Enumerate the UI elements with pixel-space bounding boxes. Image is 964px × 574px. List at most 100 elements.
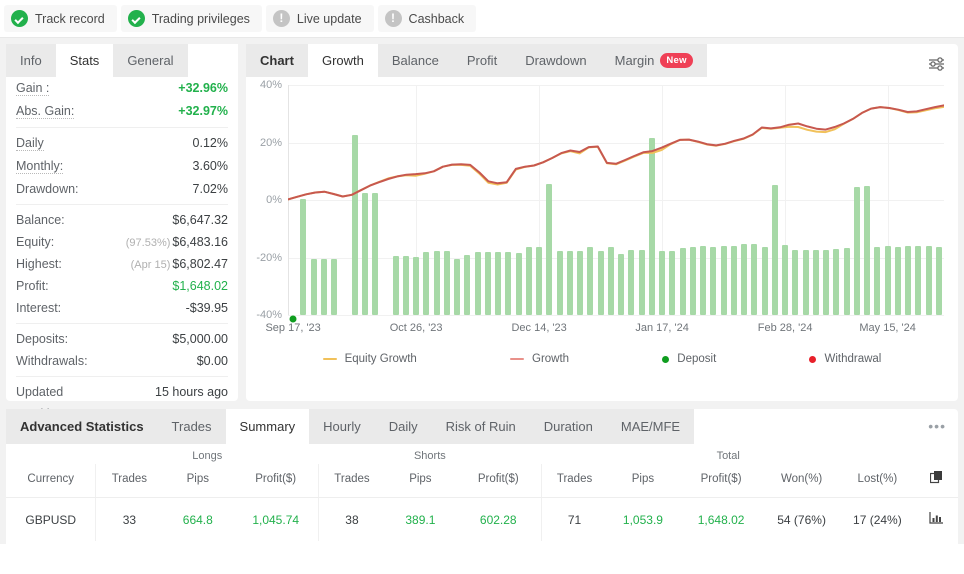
- col-currency[interactable]: Currency: [6, 464, 96, 498]
- stat-label: Drawdown:: [16, 182, 79, 196]
- divider: [16, 376, 228, 377]
- tab-profit[interactable]: Profit: [452, 44, 512, 77]
- tab-daily[interactable]: Daily: [374, 409, 432, 444]
- legend-line-icon: [510, 358, 525, 360]
- legend-label: Withdrawal: [824, 353, 882, 365]
- tab-mae-mfe[interactable]: MAE/MFE: [606, 409, 695, 444]
- cell-longs-trades: 33: [95, 497, 163, 541]
- status-badge-bar: Track record Trading privileges Live upd…: [0, 0, 964, 38]
- stat-row-equity: Equity: (97.53%) $6,483.16: [16, 231, 228, 253]
- stat-value: 7.02%: [192, 182, 228, 196]
- col-shorts-pips[interactable]: Pips: [384, 464, 456, 498]
- stat-value: $6,802.47: [172, 257, 228, 271]
- stat-label: Highest:: [16, 257, 62, 271]
- legend-item-equity-growth[interactable]: Equity Growth: [322, 353, 417, 365]
- col-lost-pct[interactable]: Lost(%): [839, 464, 916, 498]
- group-header-blank: [915, 444, 958, 464]
- col-total-profit[interactable]: Profit($): [678, 464, 764, 498]
- cell-won-pct: 54 (76%): [777, 512, 826, 527]
- chart-x-tick-label: Dec 14, '23: [511, 322, 567, 334]
- chart-x-tick-label: Sep 17, '23: [265, 322, 321, 334]
- legend-item-withdrawal[interactable]: Withdrawal: [809, 353, 881, 365]
- chart-x-tick-label: Feb 28, '24: [757, 322, 813, 334]
- tab-stats[interactable]: Stats: [55, 44, 114, 77]
- stats-tabs: Info Stats General: [6, 44, 238, 77]
- stat-label: Gain :: [16, 81, 50, 96]
- col-longs-pips[interactable]: Pips: [162, 464, 234, 498]
- chart-y-tick-label: 20%: [259, 136, 282, 149]
- stat-value: +32.97%: [178, 104, 228, 118]
- chart-y-axis: 40% 20% 0% -20% -40%: [246, 77, 282, 322]
- chart-legend: Equity Growth Growth Deposit Withdrawal: [246, 345, 958, 373]
- status-badge-label: Track record: [35, 11, 105, 26]
- tab-risk-of-ruin[interactable]: Risk of Ruin: [431, 409, 530, 444]
- stat-value: +32.96%: [178, 81, 228, 95]
- group-header-total: Total: [716, 450, 740, 462]
- legend-dot-icon: [662, 355, 670, 363]
- chart-y-tick-label: -20%: [256, 251, 282, 264]
- legend-item-deposit[interactable]: Deposit: [662, 353, 716, 365]
- tab-general[interactable]: General: [113, 44, 188, 77]
- legend-item-growth[interactable]: Growth: [510, 353, 569, 365]
- status-badge[interactable]: Cashback: [377, 5, 477, 32]
- stat-value: -$39.95: [185, 301, 228, 315]
- sliders-icon[interactable]: [926, 54, 948, 74]
- stat-value: 15 hours ago: [155, 385, 228, 399]
- check-circle-icon: [11, 10, 28, 27]
- cell-currency: GBPUSD: [25, 512, 77, 527]
- legend-dot-icon: [809, 355, 817, 363]
- table-row[interactable]: GBPUSD 33 664.8 1,045.74 38 389.1 602.28…: [6, 497, 958, 542]
- legend-label: Equity Growth: [344, 353, 417, 365]
- cell-shorts-pips: 389.1: [405, 512, 436, 527]
- col-total-pips[interactable]: Pips: [607, 464, 679, 498]
- tab-margin[interactable]: Margin New: [600, 44, 707, 77]
- legend-line-icon: [322, 358, 337, 360]
- cell-longs-pips: 664.8: [182, 512, 213, 527]
- chart-marker-deposit[interactable]: [289, 315, 297, 322]
- tab-trades[interactable]: Trades: [157, 409, 226, 444]
- exclamation-circle-icon: [272, 9, 290, 27]
- chart-x-tick-label: Oct 26, '23: [389, 322, 443, 334]
- status-badge[interactable]: Live update: [265, 5, 374, 32]
- divider: [16, 323, 228, 324]
- stat-value: $6,647.32: [172, 213, 228, 227]
- tab-margin-label: Margin: [614, 53, 655, 68]
- tab-summary[interactable]: Summary: [225, 409, 310, 444]
- tab-balance[interactable]: Balance: [377, 44, 453, 77]
- col-shorts-trades[interactable]: Trades: [318, 464, 385, 498]
- chart-x-tick-label: May 15, '24: [859, 322, 916, 334]
- stat-row-drawdown: Drawdown: 7.02%: [16, 178, 228, 200]
- status-badge[interactable]: Track record: [4, 5, 117, 32]
- tab-duration[interactable]: Duration: [529, 409, 607, 444]
- new-badge: New: [660, 53, 693, 68]
- stat-row-profit: Profit: $1,648.02: [16, 275, 228, 297]
- summary-table: Longs Shorts Total Currency Trades Pips …: [6, 444, 958, 541]
- stat-value: $5,000.00: [172, 332, 228, 346]
- stat-row-gain: Gain : +32.96%: [16, 77, 228, 100]
- tab-growth[interactable]: Growth: [307, 44, 378, 77]
- advanced-statistics-panel: Advanced Statistics Trades Summary Hourl…: [6, 409, 958, 574]
- col-shorts-profit[interactable]: Profit($): [455, 464, 542, 498]
- stats-rows: Gain : +32.96% Abs. Gain: +32.97% Daily …: [6, 77, 238, 425]
- stat-value: $0.00: [196, 354, 228, 368]
- col-longs-trades[interactable]: Trades: [95, 464, 163, 498]
- main-content: Info Stats General Gain : +32.96% Abs. G…: [0, 38, 964, 421]
- chart-icon[interactable]: [915, 498, 958, 542]
- tab-drawdown[interactable]: Drawdown: [511, 44, 601, 77]
- stat-label: Balance:: [16, 213, 65, 227]
- stat-value-wrap: (Apr 15) $6,802.47: [131, 257, 228, 271]
- stat-value: 0.12%: [192, 136, 228, 150]
- tab-info[interactable]: Info: [6, 44, 56, 77]
- tab-hourly[interactable]: Hourly: [309, 409, 375, 444]
- stat-row-interest: Interest: -$39.95: [16, 297, 228, 319]
- chart-series-growth: [288, 104, 944, 201]
- status-badge[interactable]: Trading privileges: [120, 5, 262, 32]
- col-total-trades[interactable]: Trades: [540, 464, 608, 498]
- col-longs-profit[interactable]: Profit($): [233, 464, 319, 498]
- ellipsis-icon[interactable]: •••: [928, 419, 946, 433]
- copy-icon[interactable]: [915, 464, 958, 498]
- col-won-pct[interactable]: Won(%): [763, 464, 840, 498]
- stat-label: Abs. Gain:: [16, 104, 75, 119]
- stat-label: Updated: [16, 385, 64, 399]
- cell-shorts-profit: 602.28: [479, 512, 517, 527]
